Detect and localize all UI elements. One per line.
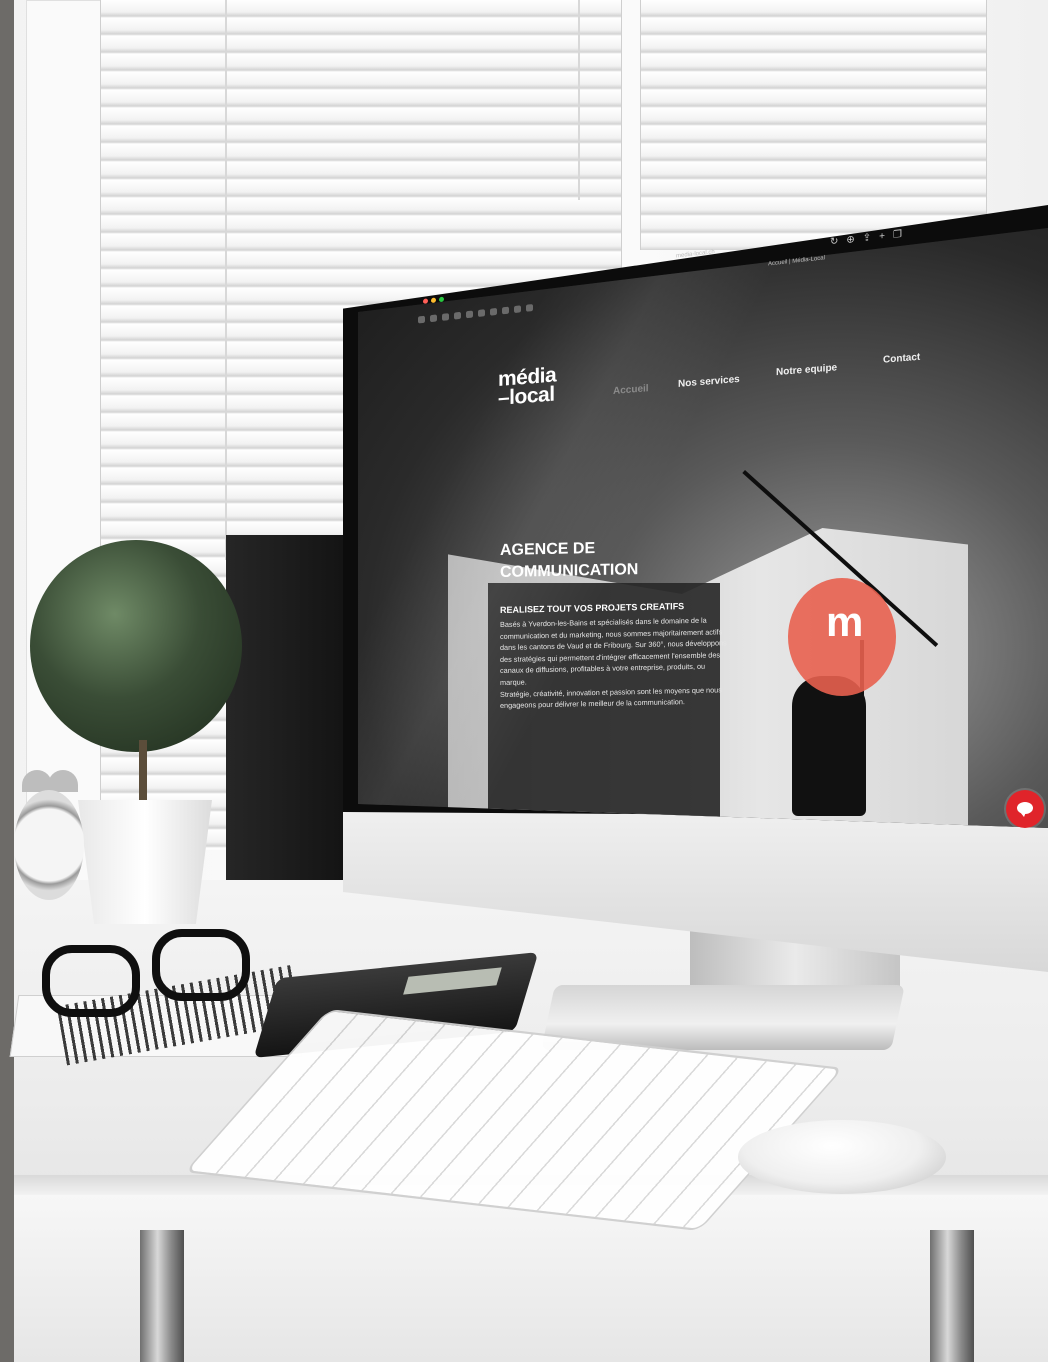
bookmark-icon[interactable] [478, 309, 485, 317]
hero-section: AGENCE DE COMMUNICATION REALISEZ TOUT VO… [500, 535, 730, 712]
calculator-display [403, 967, 502, 995]
glasses-lens [152, 929, 250, 1001]
mouse [738, 1120, 946, 1194]
brand-mark: m [826, 598, 864, 645]
close-window-button[interactable] [423, 298, 428, 304]
hero-title: AGENCE DE COMMUNICATION [500, 535, 730, 584]
nav-link-contact[interactable]: Contact [883, 352, 920, 366]
share-icon[interactable]: ⇪ [863, 232, 871, 244]
tabs-overview-icon[interactable]: ❐ [893, 229, 902, 241]
bookmark-icon[interactable] [502, 306, 509, 315]
reload-icon[interactable]: ↻ [830, 236, 838, 248]
desk-leg [930, 1230, 974, 1362]
nav-link-services[interactable]: Nos services [678, 374, 740, 390]
hero-paragraph-1: Basés à Yverdon-les-Bains et spécialisés… [500, 615, 727, 687]
bookmark-icon[interactable] [430, 314, 437, 323]
bookmark-icon[interactable] [418, 315, 425, 324]
alarm-clock [14, 790, 84, 900]
chat-button[interactable] [1006, 790, 1044, 828]
window-frame-left [26, 0, 108, 882]
desk-leg [140, 1230, 184, 1362]
hero-title-line-2: COMMUNICATION [500, 561, 639, 581]
logo-line-2: –local [498, 382, 555, 410]
photographer-silhouette [792, 676, 866, 816]
site-logo[interactable]: média –local [498, 363, 556, 410]
nav-link-accueil[interactable]: Accueil [613, 383, 649, 397]
eyeglasses [42, 925, 250, 1017]
bookmark-icon[interactable] [442, 313, 449, 321]
maximize-window-button[interactable] [439, 296, 444, 303]
blind-cord [578, 0, 580, 200]
address-bar[interactable]: media-local.ch [676, 249, 715, 259]
toolbar-icons: ↻ ⊕ ⇪ + ❐ [830, 229, 902, 248]
topiary-plant [30, 540, 242, 752]
blind-cord [225, 0, 227, 560]
chat-bubble-icon [1017, 802, 1033, 817]
bookmark-icon[interactable] [490, 307, 497, 316]
bookmark-icon[interactable] [454, 311, 461, 320]
browser-tab[interactable]: Accueil | Média-Local [768, 255, 825, 267]
dark-panel [226, 535, 356, 910]
hero-body: Basés à Yverdon-les-Bains et spécialisés… [500, 614, 730, 712]
download-icon[interactable]: ⊕ [846, 234, 854, 246]
new-tab-icon[interactable]: + [879, 231, 885, 243]
clock-bell [48, 770, 78, 792]
minimize-window-button[interactable] [431, 297, 436, 304]
glasses-lens [42, 945, 140, 1017]
plant-pot [78, 800, 212, 924]
hero-paragraph-2: Stratégie, créativité, innovation et pas… [500, 684, 722, 711]
bookmark-icon[interactable] [526, 303, 533, 312]
window-controls [423, 296, 444, 304]
photo-scene: media-local.ch Accueil | Média-Local ↻ ⊕… [0, 0, 1048, 1362]
nav-link-equipe[interactable]: Notre equipe [776, 362, 837, 378]
bookmark-icon[interactable] [514, 305, 521, 314]
bookmark-icon[interactable] [466, 310, 473, 319]
photo-edge [0, 0, 14, 1362]
